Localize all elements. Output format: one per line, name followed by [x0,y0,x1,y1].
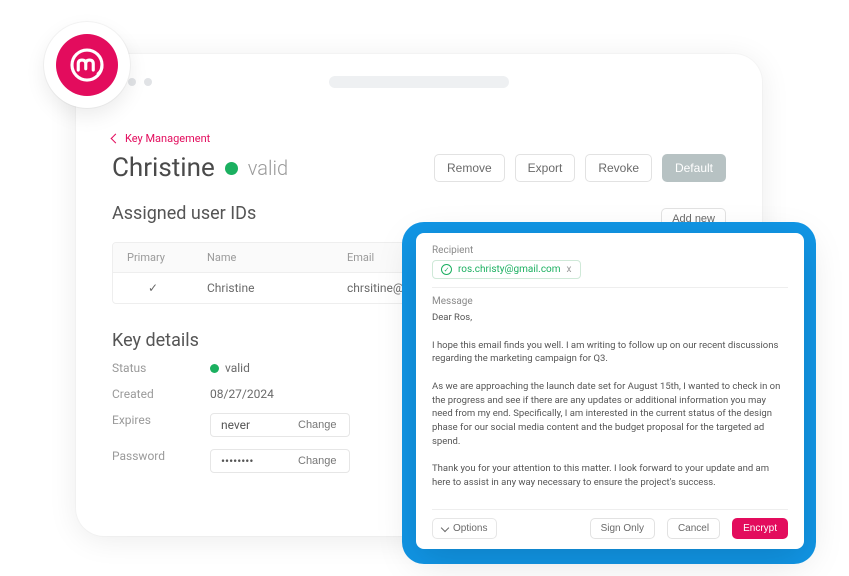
password-change-button[interactable]: Change [286,449,350,473]
col-primary: Primary [113,243,193,273]
cancel-button[interactable]: Cancel [667,518,720,539]
default-button[interactable]: Default [662,154,726,182]
status-value-text: valid [225,361,250,375]
label-expires: Expires [112,413,192,437]
password-input[interactable]: •••••••• [210,449,290,473]
breadcrumb-label: Key Management [125,132,210,145]
label-password: Password [112,449,192,473]
window-dot [144,78,152,86]
options-button[interactable]: Options [432,518,497,539]
app-logo [44,22,130,108]
value-created: 08/27/2024 [210,387,395,401]
status-dot-icon [210,364,219,373]
message-body[interactable]: Dear Ros, I hope this email finds you we… [432,311,788,501]
expires-field-group: never Change [210,413,395,437]
mailvelope-icon [67,45,107,85]
expires-input[interactable]: never [210,413,290,437]
compose-window: Recipient ✓ ros.christy@gmail.com x Mess… [416,233,804,549]
row-name: Christine [193,273,333,303]
label-created: Created [112,387,192,401]
remove-button[interactable]: Remove [434,154,505,182]
export-button[interactable]: Export [515,154,576,182]
sign-only-button[interactable]: Sign Only [590,518,655,539]
status-text: valid [248,156,288,180]
app-logo-inner [56,34,118,96]
chevron-down-icon [441,523,449,531]
check-circle-icon: ✓ [441,264,452,275]
recipient-chip[interactable]: ✓ ros.christy@gmail.com x [432,260,581,279]
revoke-button[interactable]: Revoke [585,154,652,182]
window-handle [329,76,509,88]
chevron-left-icon [111,134,121,144]
status-dot-icon [225,162,238,175]
label-status: Status [112,361,192,375]
options-label: Options [453,523,487,534]
page-title: Christine [112,153,215,183]
breadcrumb-back[interactable]: Key Management [112,132,726,145]
assigned-title: Assigned user IDs [112,203,256,224]
chip-remove-icon[interactable]: x [567,264,572,275]
expires-change-button[interactable]: Change [286,413,350,437]
value-status: valid [210,361,395,375]
message-label: Message [432,296,788,307]
primary-mark: ✓ [113,273,193,303]
col-name: Name [193,243,333,273]
action-bar: Remove Export Revoke Default [434,154,726,182]
window-dot [128,78,136,86]
encrypt-button[interactable]: Encrypt [732,518,788,539]
recipient-email: ros.christy@gmail.com [458,264,561,275]
password-field-group: •••••••• Change [210,449,395,473]
recipient-label: Recipient [432,245,788,256]
